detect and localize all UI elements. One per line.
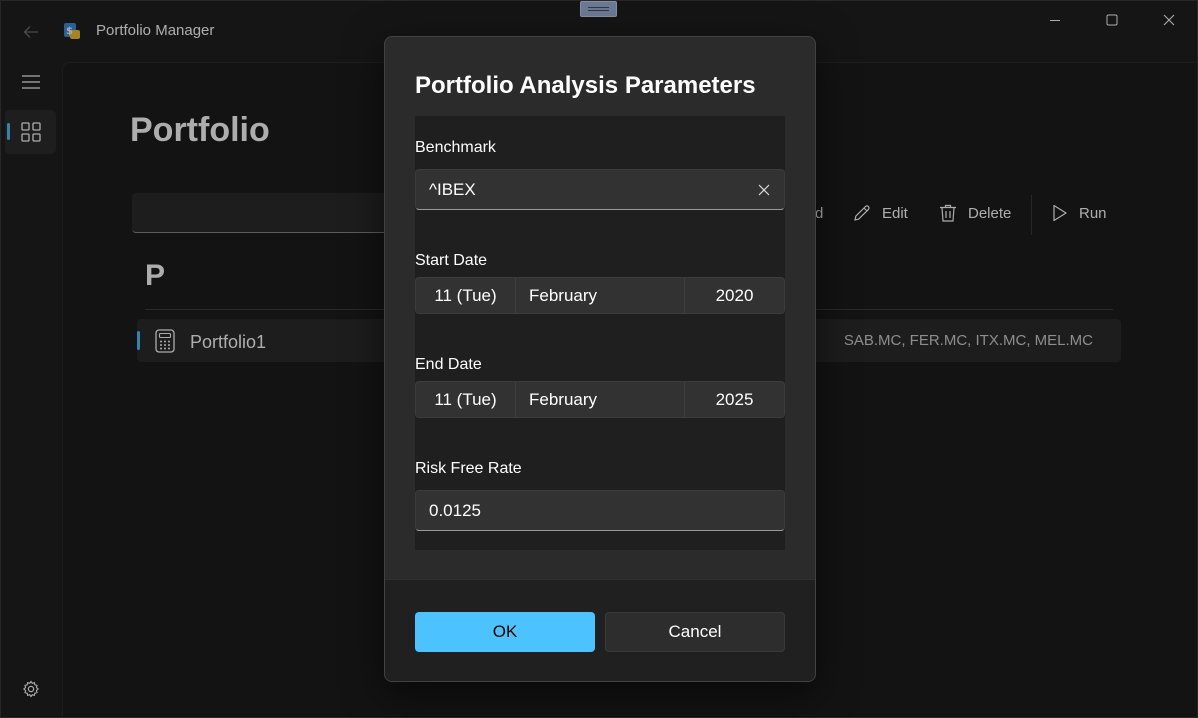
start-date-picker[interactable]: 11 (Tue) February 2020 <box>415 277 785 314</box>
risk-free-rate-value: 0.0125 <box>429 501 481 520</box>
ok-button[interactable]: OK <box>415 612 595 652</box>
cancel-button[interactable]: Cancel <box>605 612 785 652</box>
start-date-label: Start Date <box>415 252 488 269</box>
portfolio-analysis-dialog: Portfolio Analysis Parameters Benchmark … <box>384 36 816 682</box>
end-date-label: End Date <box>415 356 482 373</box>
benchmark-input[interactable]: ^IBEX <box>415 169 785 210</box>
risk-free-rate-input[interactable]: 0.0125 <box>415 490 785 531</box>
clear-button[interactable] <box>754 180 774 200</box>
end-month[interactable]: February <box>516 382 685 417</box>
start-month[interactable]: February <box>516 278 685 313</box>
dialog-title: Portfolio Analysis Parameters <box>415 72 756 99</box>
end-year[interactable]: 2025 <box>685 382 784 417</box>
benchmark-label: Benchmark <box>415 139 496 156</box>
dialog-footer: OK Cancel <box>385 579 815 681</box>
risk-free-rate-label: Risk Free Rate <box>415 460 522 477</box>
start-day[interactable]: 11 (Tue) <box>416 278 516 313</box>
end-date-picker[interactable]: 11 (Tue) February 2025 <box>415 381 785 418</box>
benchmark-value: ^IBEX <box>429 180 476 199</box>
end-day[interactable]: 11 (Tue) <box>416 382 516 417</box>
clear-icon <box>758 184 770 196</box>
start-year[interactable]: 2020 <box>685 278 784 313</box>
